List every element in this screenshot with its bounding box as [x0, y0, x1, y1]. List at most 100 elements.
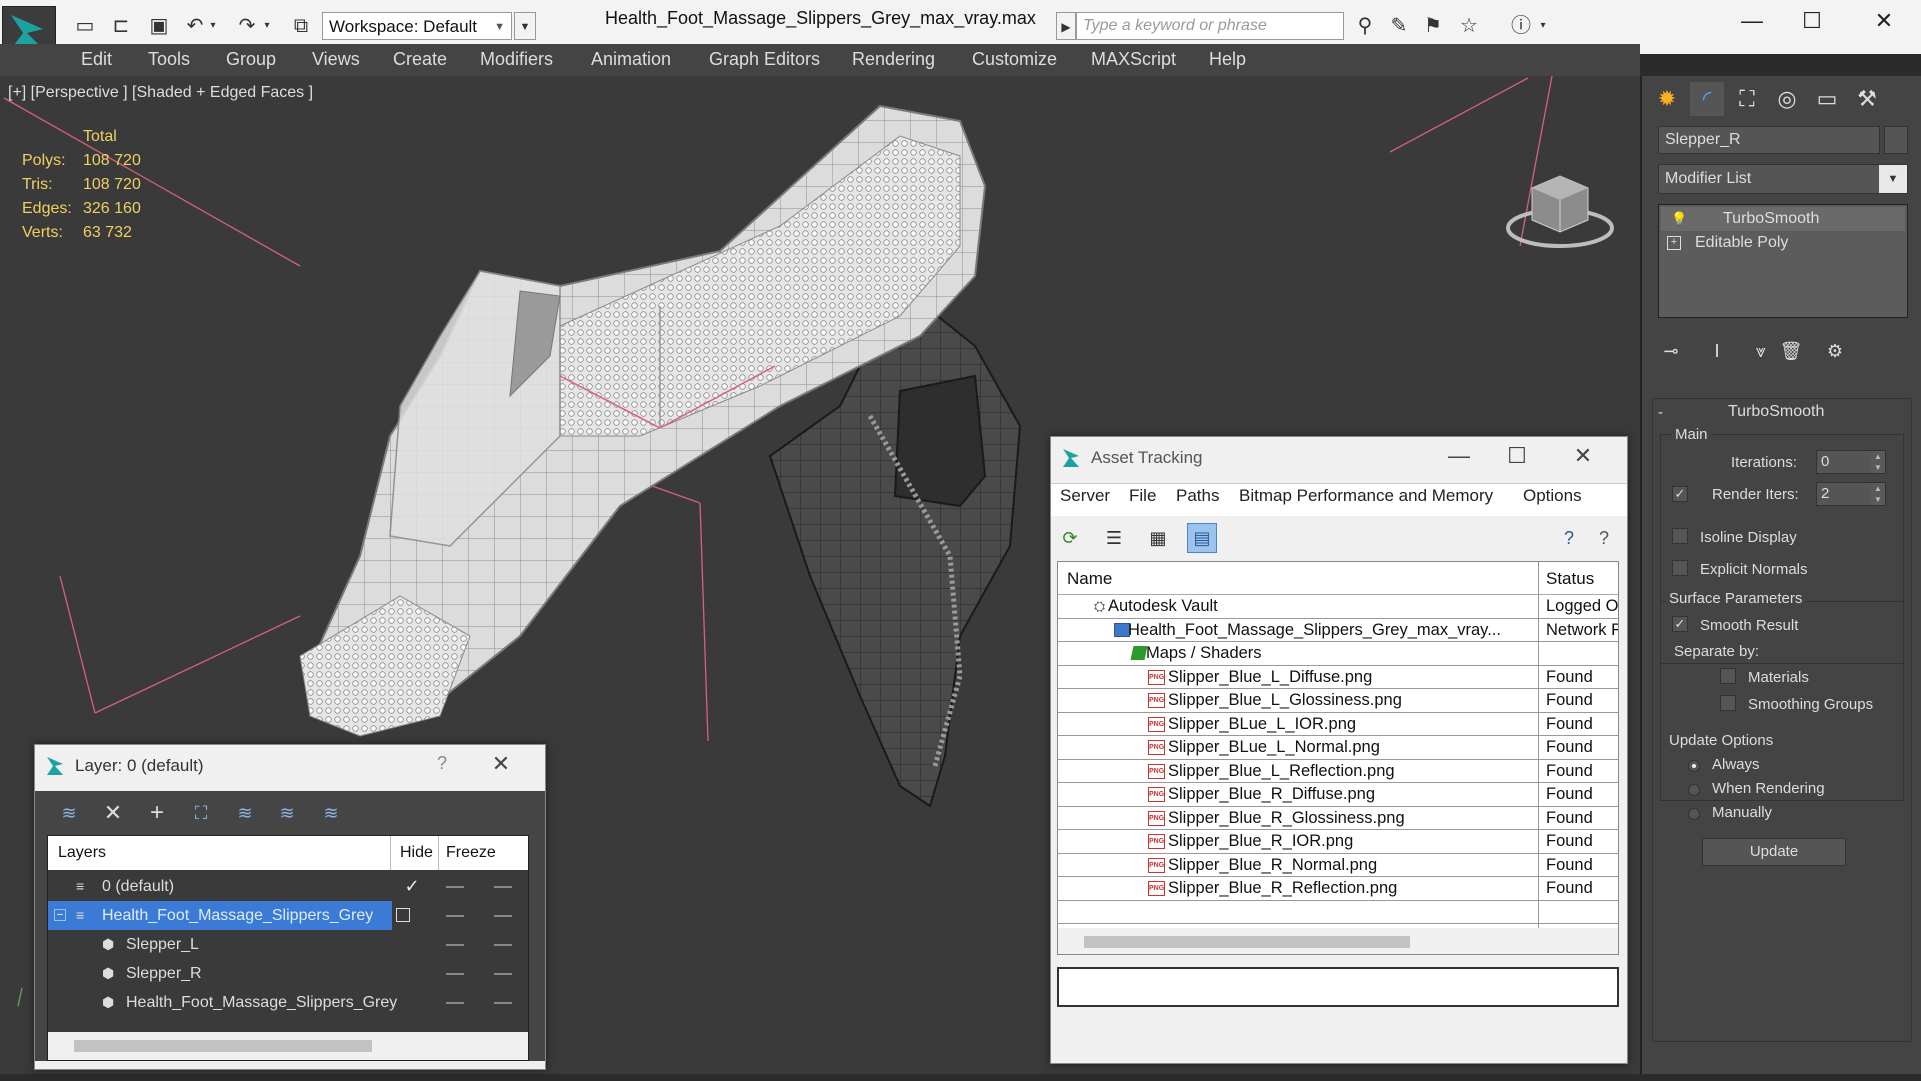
- asset-row[interactable]: PNG Slipper_Blue_L_Reflection.png Found: [1058, 760, 1618, 783]
- asset-row[interactable]: PNG Slipper_Blue_R_Reflection.png Found: [1058, 877, 1618, 901]
- save-file-icon[interactable]: ▣: [146, 13, 172, 39]
- render-iters-spinner[interactable]: 2 ▲ ▼: [1816, 482, 1886, 506]
- menu-edit[interactable]: Edit: [81, 49, 112, 70]
- hide-toggle[interactable]: [446, 915, 464, 917]
- binoculars-icon[interactable]: ⚲: [1352, 13, 1378, 39]
- hide-toggle[interactable]: [446, 1002, 464, 1004]
- modifier-list-dropdown[interactable]: Modifier List ▼: [1658, 164, 1908, 194]
- viewport-label[interactable]: [+] [Perspective ] [Shaded + Edged Faces…: [8, 84, 313, 102]
- refresh-icon[interactable]: ⟳: [1059, 527, 1081, 549]
- help-dropdown-icon[interactable]: ▾: [1536, 13, 1550, 39]
- update-manually-radio[interactable]: [1688, 808, 1700, 820]
- menu-tools[interactable]: Tools: [148, 49, 190, 70]
- undo-dropdown-icon[interactable]: ▾: [206, 13, 220, 39]
- workspace-menu-button[interactable]: ▼: [514, 12, 536, 40]
- hide-toggle[interactable]: [446, 886, 464, 888]
- freeze-all-icon[interactable]: ≋: [319, 801, 343, 825]
- update-button[interactable]: Update: [1702, 838, 1846, 866]
- asset-row[interactable]: ⛭ Autodesk Vault Logged O: [1058, 595, 1618, 619]
- rollout-collapse-icon[interactable]: -: [1658, 404, 1663, 421]
- asset-row[interactable]: PNG Slipper_Blue_L_Glossiness.png Found: [1058, 689, 1618, 713]
- materials-checkbox[interactable]: [1720, 668, 1736, 684]
- asset-row[interactable]: Maps / Shaders: [1058, 642, 1618, 666]
- configure-modifier-sets-icon[interactable]: ⚙: [1818, 334, 1852, 368]
- remove-modifier-icon[interactable]: 🗑: [1774, 334, 1808, 368]
- show-end-result-icon[interactable]: Ⅰ: [1700, 334, 1734, 368]
- expand-plus-icon[interactable]: +: [1667, 236, 1681, 250]
- freeze-toggle[interactable]: [494, 944, 512, 946]
- asset-row[interactable]: PNG Slipper_Blue_R_IOR.png Found: [1058, 830, 1618, 854]
- asset-row[interactable]: PNG Slipper_Blue_R_Normal.png Found: [1058, 854, 1618, 877]
- active-layer-check-icon[interactable]: ✓: [392, 875, 432, 897]
- create-layer-icon[interactable]: ≋: [57, 801, 81, 825]
- stack-item-editable-poly[interactable]: + Editable Poly: [1661, 231, 1905, 255]
- table-view-icon[interactable]: ▤: [1187, 523, 1217, 553]
- menu-options[interactable]: Options: [1523, 486, 1582, 506]
- hide-toggle[interactable]: [446, 973, 464, 975]
- horizontal-scrollbar[interactable]: [1058, 928, 1618, 954]
- close-icon[interactable]: ✕: [1856, 6, 1912, 36]
- update-when-rendering-radio[interactable]: [1688, 784, 1700, 796]
- menu-server[interactable]: Server: [1060, 486, 1110, 506]
- motion-tab-icon[interactable]: ◎: [1770, 82, 1804, 116]
- thumbnail-view-icon[interactable]: ▦: [1147, 527, 1169, 549]
- smooth-result-checkbox[interactable]: ✓: [1672, 616, 1688, 632]
- redo-dropdown-icon[interactable]: ▾: [260, 13, 274, 39]
- search-input[interactable]: Type a keyword or phrase: [1076, 12, 1344, 40]
- scrollbar-thumb[interactable]: [1084, 936, 1410, 948]
- make-active-layer-icon[interactable]: [396, 908, 410, 922]
- maximize-icon[interactable]: ☐: [1784, 6, 1840, 36]
- select-objects-icon[interactable]: ⛶: [189, 801, 213, 825]
- isoline-display-checkbox[interactable]: [1672, 528, 1688, 544]
- layer-row[interactable]: ⬢ Health_Foot_Massage_Slippers_Grey: [48, 988, 528, 1011]
- help-icon[interactable]: ?: [1556, 525, 1582, 551]
- menu-views[interactable]: Views: [312, 49, 360, 70]
- menu-help[interactable]: Help: [1209, 49, 1246, 70]
- display-tab-icon[interactable]: ▭: [1810, 82, 1844, 116]
- column-status-header[interactable]: Status: [1546, 569, 1594, 589]
- render-iters-checkbox[interactable]: ✓: [1672, 486, 1688, 502]
- menu-customize[interactable]: Customize: [972, 49, 1057, 70]
- explicit-normals-checkbox[interactable]: [1672, 560, 1688, 576]
- column-layers-header[interactable]: Layers: [58, 844, 106, 862]
- maximize-icon[interactable]: ☐: [1497, 443, 1537, 469]
- column-hide-header[interactable]: Hide: [400, 844, 433, 862]
- asset-row[interactable]: PNG Slipper_Blue_L_Diffuse.png Found: [1058, 666, 1618, 689]
- asset-row[interactable]: PNG Slipper_Blue_R_Diffuse.png Found: [1058, 783, 1618, 807]
- asset-path-field[interactable]: [1057, 967, 1619, 1007]
- menu-paths[interactable]: Paths: [1176, 486, 1219, 506]
- help-icon[interactable]: ⓘ: [1508, 13, 1534, 39]
- spinner-arrows-icon[interactable]: ▲ ▼: [1871, 483, 1885, 505]
- minimize-icon[interactable]: —: [1439, 443, 1479, 469]
- delete-layer-icon[interactable]: ✕: [101, 801, 125, 825]
- layer-row[interactable]: − ≡ Health_Foot_Massage_Slippers_Grey: [48, 901, 528, 930]
- menu-graph-editors[interactable]: Graph Editors: [709, 49, 820, 70]
- modify-tab-icon[interactable]: ◜: [1690, 82, 1724, 116]
- freeze-toggle[interactable]: [494, 915, 512, 917]
- menu-group[interactable]: Group: [226, 49, 276, 70]
- menu-modifiers[interactable]: Modifiers: [480, 49, 553, 70]
- highlight-layer-icon[interactable]: ≋: [233, 801, 257, 825]
- spinner-arrows-icon[interactable]: ▲ ▼: [1871, 451, 1885, 473]
- menu-bitmap-performance[interactable]: Bitmap Performance and Memory: [1239, 486, 1493, 506]
- freeze-toggle[interactable]: [494, 1002, 512, 1004]
- add-to-layer-icon[interactable]: +: [145, 801, 169, 825]
- help-button[interactable]: ?: [427, 753, 457, 774]
- layer-row[interactable]: ⬢ Slepper_L: [48, 930, 528, 953]
- utilities-tab-icon[interactable]: ⚒: [1850, 82, 1884, 116]
- open-file-icon[interactable]: ⊏: [108, 13, 134, 39]
- sign-in-icon[interactable]: ⚑: [1420, 13, 1446, 39]
- iterations-spinner[interactable]: 0 ▲ ▼: [1816, 450, 1886, 474]
- hierarchy-tab-icon[interactable]: ⛶: [1730, 82, 1764, 116]
- workspace-select[interactable]: Workspace: Default ▼: [322, 12, 512, 40]
- collapse-minus-icon[interactable]: −: [54, 909, 66, 921]
- horizontal-scrollbar[interactable]: [48, 1032, 528, 1060]
- make-unique-icon[interactable]: ⩔: [1744, 334, 1778, 368]
- update-always-radio[interactable]: [1688, 760, 1700, 772]
- new-file-icon[interactable]: ▭: [72, 13, 98, 39]
- stack-item-turbosmooth[interactable]: 💡 TurboSmooth: [1661, 207, 1905, 231]
- pin-stack-icon[interactable]: ⊸: [1654, 334, 1688, 368]
- lightbulb-icon[interactable]: 💡: [1671, 207, 1687, 231]
- favorites-star-icon[interactable]: ☆: [1456, 13, 1482, 39]
- help-topics-icon[interactable]: ?: [1591, 525, 1617, 551]
